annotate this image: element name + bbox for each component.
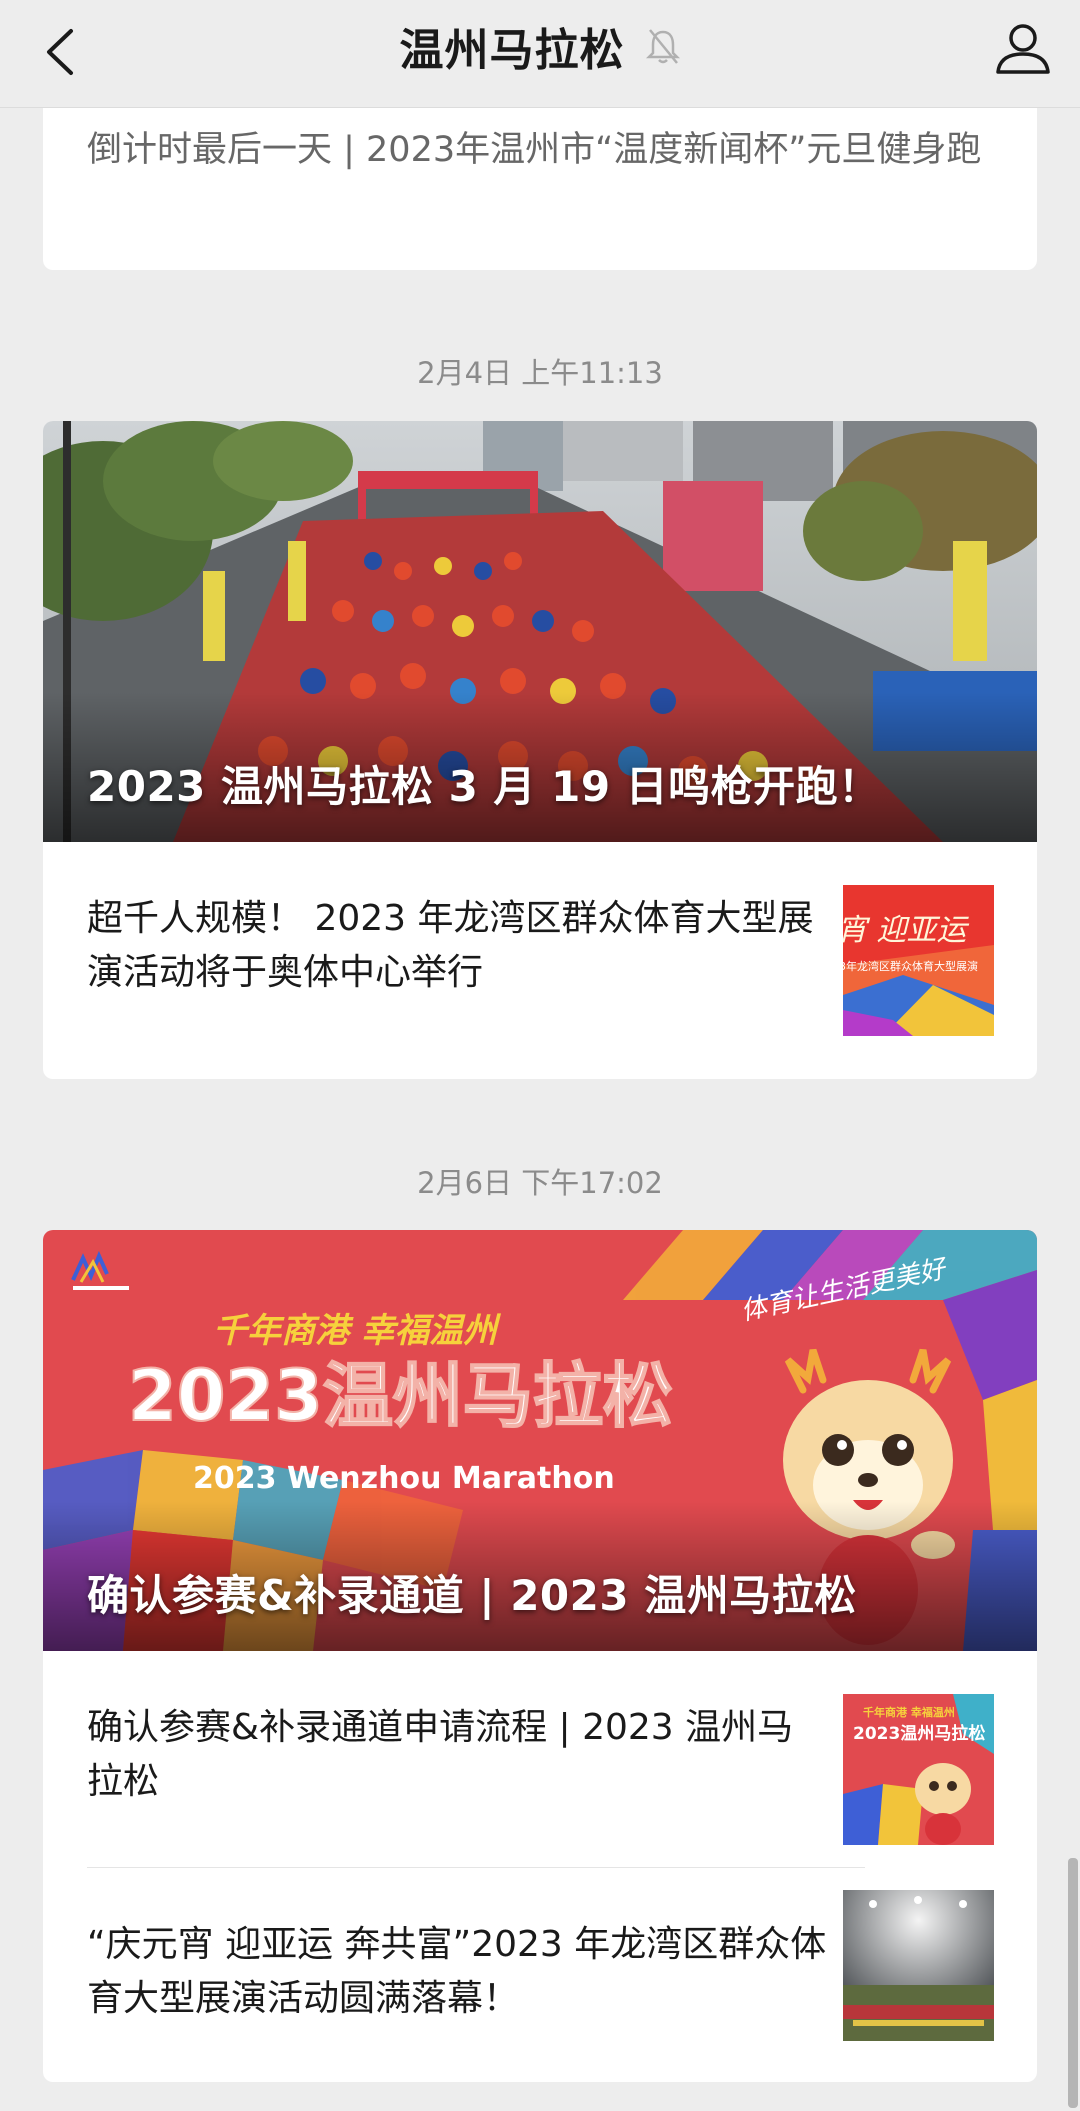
hero-article[interactable]: 千年商港 幸福温州 2023温州马拉松 2023 Wenzhou Maratho… — [43, 1230, 1037, 1651]
hero-article[interactable]: 2023 温州马拉松 3 月 19 日鸣枪开跑！ — [43, 421, 1037, 842]
banner-slogan: 千年商港 幸福温州 — [213, 1311, 502, 1351]
article-list-item[interactable]: 确认参赛&补录通道申请流程 | 2023 温州马拉松 千年商港 幸福温州 202… — [43, 1651, 1037, 1847]
thumbnail-caption: 千年商港 幸福温州 — [863, 1705, 955, 1719]
article-list-item[interactable]: 超千人规模！ 2023 年龙湾区群众体育大型展演活动将于奥体中心举行 宵 迎亚运… — [43, 842, 1037, 1038]
hero-article-title: 确认参赛&补录通道 | 2023 温州马拉松 — [87, 1571, 857, 1620]
article-thumbnail — [843, 1890, 994, 2041]
page-title: 温州马拉松 — [399, 25, 625, 76]
banner-subtitle: 2023 Wenzhou Marathon — [193, 1461, 615, 1496]
top-navigation-bar: 温州马拉松 — [0, 0, 1080, 108]
thumbnail-caption: 2023温州马拉松 — [853, 1723, 985, 1744]
article-card: 2023 温州马拉松 3 月 19 日鸣枪开跑！ 超千人规模！ 2023 年龙湾… — [43, 421, 1037, 1079]
bell-off-icon — [645, 29, 680, 64]
article-title: 确认参赛&补录通道申请流程 | 2023 温州马拉松 — [87, 1707, 794, 1802]
article-title: 倒计时最后一天 | 2023年温州市“温度新闻杯”元旦健身跑 — [87, 130, 982, 170]
message-timestamp: 2月6日 下午17:02 — [417, 1166, 663, 1200]
scrollbar[interactable] — [1068, 1858, 1078, 2108]
profile-button[interactable] — [988, 14, 1058, 84]
article-thumbnail: 宵 迎亚运 3年龙湾区群众体育大型展演 — [843, 885, 994, 1036]
article-thumbnail: 千年商港 幸福温州 2023温州马拉松 — [843, 1694, 994, 1845]
article-list-item[interactable]: “庆元宵 迎亚运 奔共富”2023 年龙湾区群众体育大型展演活动圆满落幕！ — [43, 1868, 1037, 2082]
user-profile-icon — [996, 24, 1050, 74]
article-card: 千年商港 幸福温州 2023温州马拉松 2023 Wenzhou Maratho… — [43, 1230, 1037, 2082]
thumbnail-caption: 宵 迎亚运 — [843, 913, 970, 948]
hero-article-title: 2023 温州马拉松 3 月 19 日鸣枪开跑！ — [87, 762, 881, 811]
article-title: “庆元宵 迎亚运 奔共富”2023 年龙湾区群众体育大型展演活动圆满落幕！ — [87, 1924, 827, 2019]
banner-title: 2023温州马拉松 — [128, 1355, 673, 1437]
article-title: 超千人规模！ 2023 年龙湾区群众体育大型展演活动将于奥体中心举行 — [87, 898, 814, 993]
message-timestamp: 2月4日 上午11:13 — [417, 356, 663, 390]
thumbnail-caption: 3年龙湾区群众体育大型展演 — [843, 959, 978, 973]
